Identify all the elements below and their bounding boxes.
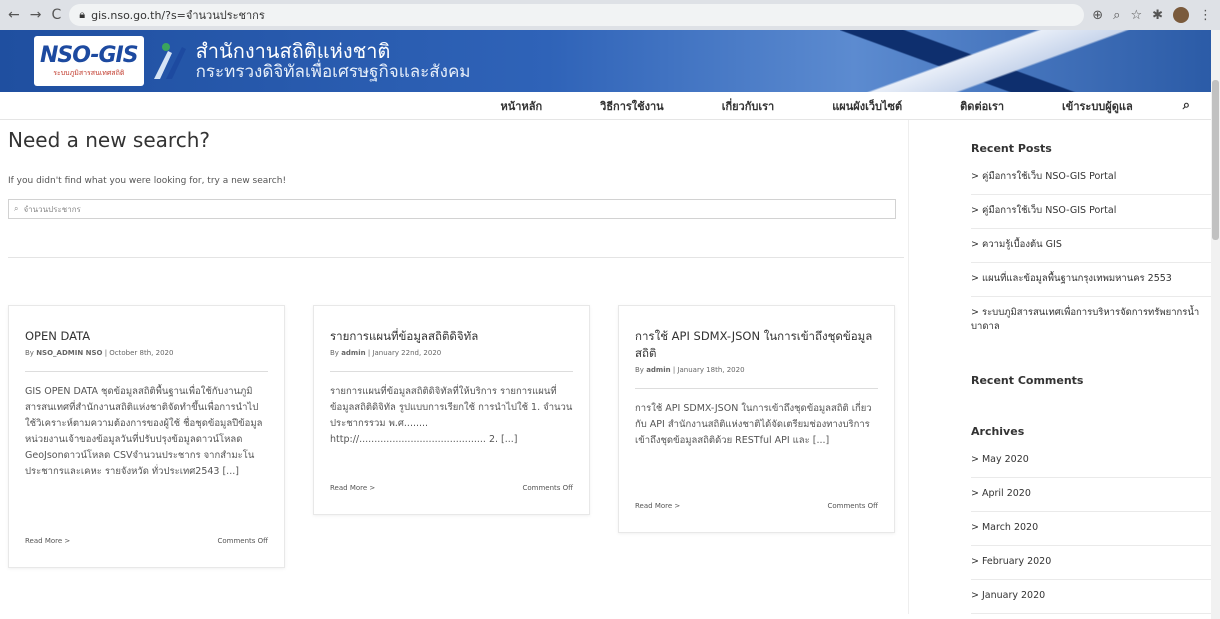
archive-link[interactable]: > February 2020 xyxy=(971,546,1220,580)
meta-date: January 18th, 2020 xyxy=(677,366,745,374)
menu-item-how-to[interactable]: วิธีการใช้งาน xyxy=(600,97,664,115)
more-menu-icon[interactable]: ⋮ xyxy=(1199,8,1212,23)
profile-avatar[interactable] xyxy=(1173,7,1189,23)
card-divider xyxy=(635,388,878,389)
logo-text: NSO-GIS xyxy=(40,43,139,68)
scrollbar-thumb[interactable] xyxy=(1212,80,1219,240)
banner-decoration xyxy=(800,30,1220,92)
reload-icon[interactable]: C xyxy=(51,7,61,23)
site-header-banner: NSO-GIS ระบบภูมิสารสนเทศสถิติ สำนักงานสถ… xyxy=(0,30,1220,92)
archive-link[interactable]: > March 2020 xyxy=(971,512,1220,546)
card-divider xyxy=(330,371,573,372)
recent-post-link[interactable]: > ความรู้เบื้องต้น GIS xyxy=(971,229,1220,263)
result-title[interactable]: การใช้ API SDMX-JSON ในการเข้าถึงชุดข้อม… xyxy=(635,328,878,362)
meta-by: By xyxy=(330,349,339,357)
recent-posts-heading: Recent Posts xyxy=(971,142,1052,155)
lock-icon: 🔒︎ xyxy=(79,8,86,21)
result-meta: By NSO_ADMIN NSO | October 8th, 2020 xyxy=(25,349,174,357)
browser-toolbar: ← → C 🔒︎ gis.nso.go.th/?s=จำนวนประชากร ⊕… xyxy=(0,0,1220,30)
extensions-icon[interactable]: ✱ xyxy=(1152,8,1163,23)
meta-by: By xyxy=(635,366,644,374)
result-excerpt: รายการแผนที่ข้อมูลสถิติดิจิทัลที่ให้บริก… xyxy=(330,386,573,445)
card-divider xyxy=(25,371,268,372)
menu-item-sitemap[interactable]: แผนผังเว็บไซต์ xyxy=(832,97,902,115)
result-title[interactable]: รายการแผนที่ข้อมูลสถิติดิจิทัล xyxy=(330,328,573,345)
star-icon[interactable]: ☆ xyxy=(1130,8,1142,23)
result-meta: By admin | January 22nd, 2020 xyxy=(330,349,442,357)
forward-icon[interactable]: → xyxy=(30,7,42,23)
card-footer: Read More > Comments Off xyxy=(635,502,878,510)
page-scrollbar[interactable] xyxy=(1211,30,1220,619)
page-body: Need a new search? If you didn't find wh… xyxy=(0,120,1220,614)
search-icon[interactable]: ⌕ xyxy=(1183,98,1190,113)
url-text: gis.nso.go.th/?s=จำนวนประชากร xyxy=(91,9,265,22)
menu-item-home[interactable]: หน้าหลัก xyxy=(501,97,543,115)
meta-author[interactable]: admin xyxy=(646,366,670,374)
result-excerpt: การใช้ API SDMX-JSON ในการเข้าถึงชุดข้อม… xyxy=(635,403,872,446)
site-logo[interactable]: NSO-GIS ระบบภูมิสารสนเทศสถิติ xyxy=(34,36,188,86)
menu-item-about[interactable]: เกี่ยวกับเรา xyxy=(722,97,775,115)
zoom-icon[interactable]: ⌕ xyxy=(1113,8,1120,23)
archives-heading: Archives xyxy=(971,425,1025,438)
logo-subtext: ระบบภูมิสารสนเทศสถิติ xyxy=(53,69,125,77)
meta-author[interactable]: admin xyxy=(341,349,365,357)
read-more-link[interactable]: Read More > xyxy=(635,502,680,510)
recent-post-link[interactable]: > คู่มือการใช้เว็บ NSO-GIS Portal xyxy=(971,161,1220,195)
recent-post-link[interactable]: > คู่มือการใช้เว็บ NSO-GIS Portal xyxy=(971,195,1220,229)
address-bar[interactable]: 🔒︎ gis.nso.go.th/?s=จำนวนประชากร xyxy=(69,4,1085,26)
site-title-line2: กระทรวงดิจิทัลเพื่อเศรษฐกิจและสังคม xyxy=(195,62,471,82)
install-icon[interactable]: ⊕ xyxy=(1092,8,1103,23)
result-card: รายการแผนที่ข้อมูลสถิติดิจิทัล By admin … xyxy=(313,305,590,515)
meta-date: January 22nd, 2020 xyxy=(372,349,442,357)
result-card: OPEN DATA By NSO_ADMIN NSO | October 8th… xyxy=(8,305,285,568)
result-excerpt: GIS OPEN DATA ชุดข้อมูลสถิติพื้นฐานเพื่อ… xyxy=(25,386,263,477)
result-card: การใช้ API SDMX-JSON ในการเข้าถึงชุดข้อม… xyxy=(618,305,895,533)
meta-author[interactable]: NSO_ADMIN NSO xyxy=(36,349,102,357)
back-icon[interactable]: ← xyxy=(8,7,20,23)
card-footer: Read More > Comments Off xyxy=(330,484,573,492)
card-footer: Read More > Comments Off xyxy=(25,537,268,545)
meta-by: By xyxy=(25,349,34,357)
read-more-link[interactable]: Read More > xyxy=(25,537,70,545)
recent-post-link[interactable]: > ระบบภูมิสารสนเทศเพื่อการบริหารจัดการทร… xyxy=(971,297,1220,344)
meta-date: October 8th, 2020 xyxy=(109,349,174,357)
menu-item-contact[interactable]: ติดต่อเรา xyxy=(960,97,1004,115)
site-title-line1: สำนักงานสถิติแห่งชาติ xyxy=(195,39,391,63)
search-heading: Need a new search? xyxy=(8,128,210,152)
menu-item-admin-login[interactable]: เข้าระบบผู้ดูแล xyxy=(1062,97,1133,115)
archive-link[interactable]: > January 2020 xyxy=(971,580,1220,614)
result-title[interactable]: OPEN DATA xyxy=(25,328,268,345)
search-hint: If you didn't find what you were looking… xyxy=(8,176,287,186)
result-meta: By admin | January 18th, 2020 xyxy=(635,366,745,374)
recent-post-link[interactable]: > แผนที่และข้อมูลพื้นฐานกรุงเทพมหานคร 25… xyxy=(971,263,1220,297)
read-more-link[interactable]: Read More > xyxy=(330,484,375,492)
logo-box: NSO-GIS ระบบภูมิสารสนเทศสถิติ xyxy=(34,36,144,86)
archive-link[interactable]: > April 2020 xyxy=(971,478,1220,512)
main-menu: หน้าหลัก วิธีการใช้งาน เกี่ยวกับเรา แผนผ… xyxy=(0,92,1220,120)
archive-link[interactable]: > May 2020 xyxy=(971,444,1220,478)
search-results: OPEN DATA By NSO_ADMIN NSO | October 8th… xyxy=(8,258,908,588)
recent-comments-heading: Recent Comments xyxy=(971,374,1084,387)
main-content: Need a new search? If you didn't find wh… xyxy=(0,120,908,614)
search-input-value: จำนวนประชากร xyxy=(23,204,81,214)
comments-status: Comments Off xyxy=(827,502,878,510)
search-field-icon: ⌕ xyxy=(14,204,19,213)
search-input[interactable]: ⌕ จำนวนประชากร xyxy=(8,199,896,219)
comments-status: Comments Off xyxy=(217,537,268,545)
comments-status: Comments Off xyxy=(522,484,573,492)
logo-mark-icon xyxy=(153,43,186,79)
sidebar: Recent Posts > คู่มือการใช้เว็บ NSO-GIS … xyxy=(908,120,1220,614)
site-title: สำนักงานสถิติแห่งชาติ กระทรวงดิจิทัลเพื่… xyxy=(196,40,471,82)
